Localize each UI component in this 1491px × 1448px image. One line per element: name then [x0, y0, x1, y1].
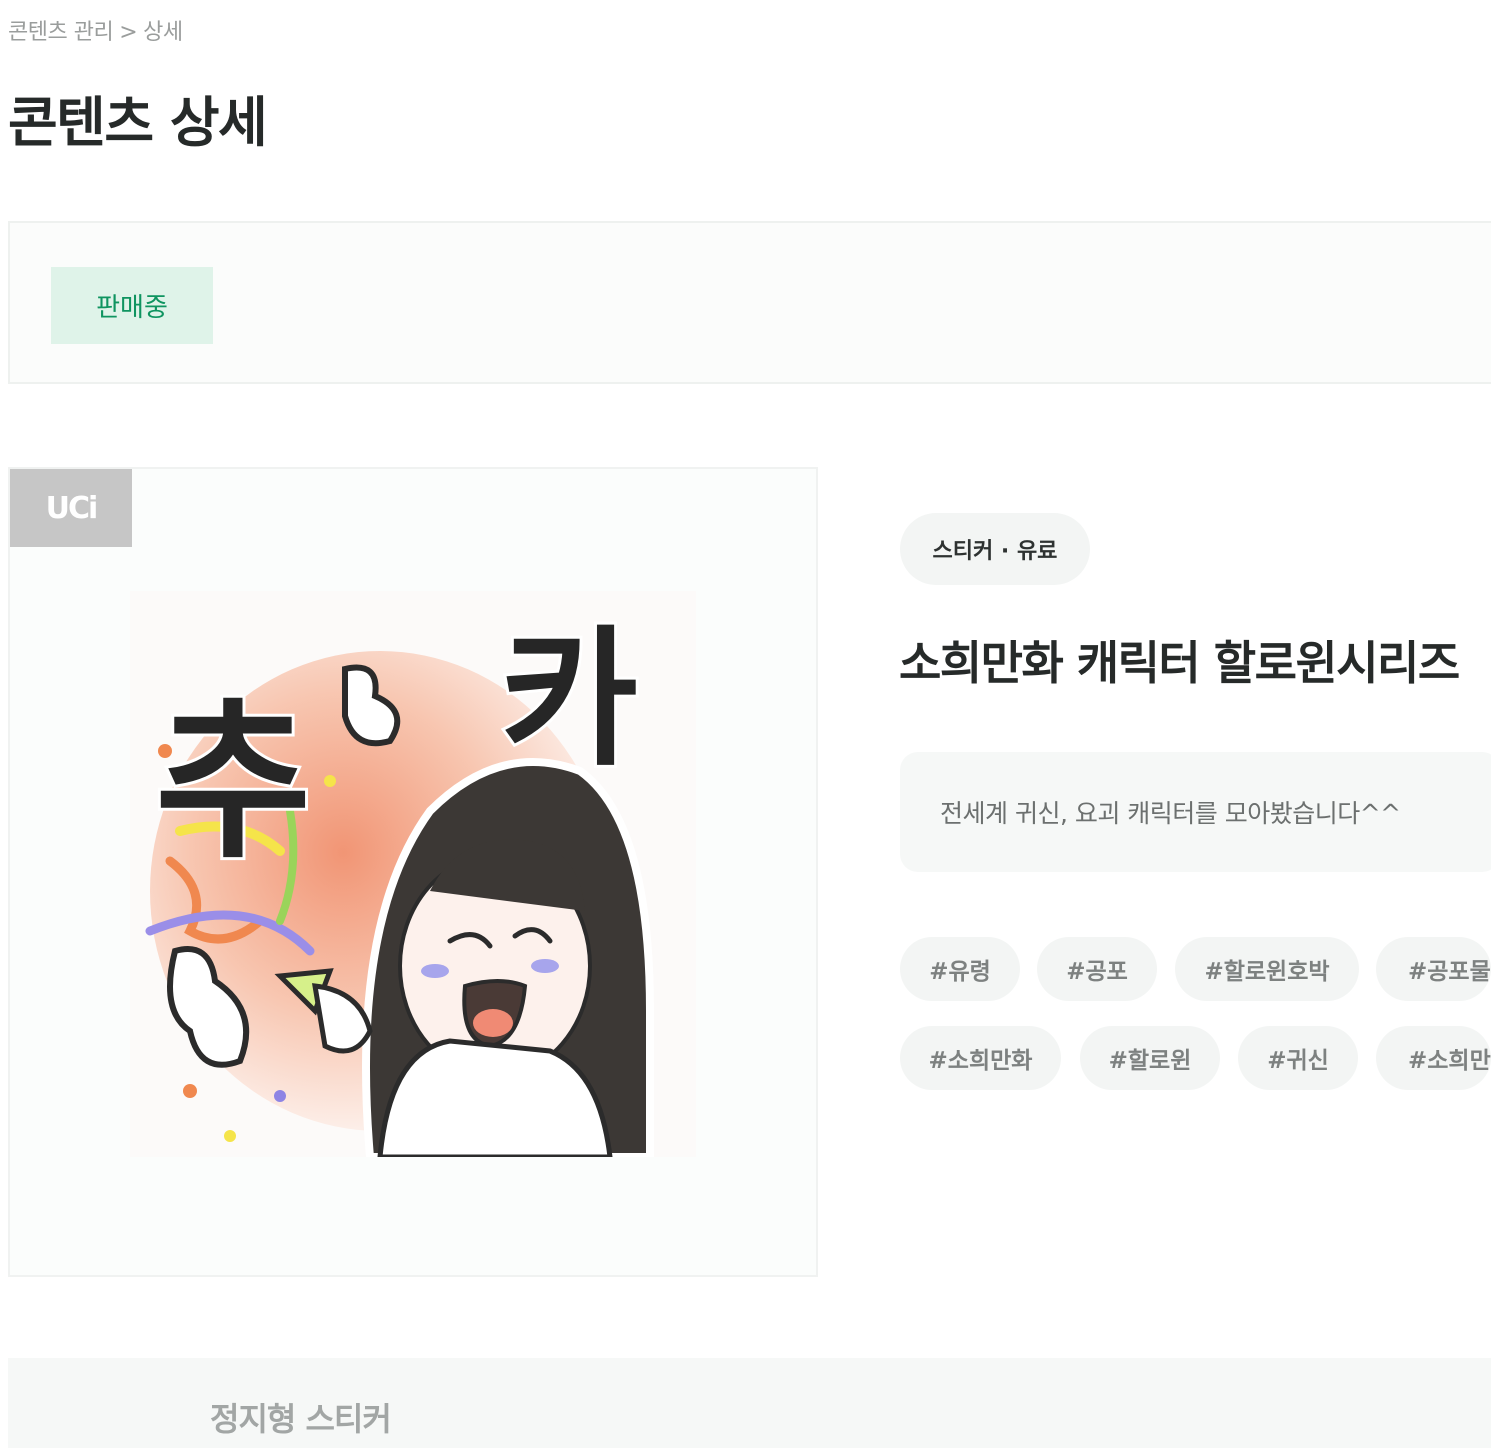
sticker-preview-panel: UCi 추 카 [8, 467, 818, 1277]
tag-chip[interactable]: #할로윈 [1080, 1026, 1220, 1090]
sticker-image: 추 카 [130, 591, 696, 1157]
tag-chip[interactable]: #소희만화 [1376, 1026, 1491, 1090]
tag-chip[interactable]: #소희만화 [900, 1026, 1061, 1090]
page-title: 콘텐츠 상세 [8, 91, 268, 154]
section-title: 정지형 스티커 [210, 1400, 392, 1438]
status-panel: 판매중 [8, 221, 1491, 384]
breadcrumb: 콘텐츠 관리 > 상세 [8, 14, 183, 46]
tag-chip[interactable]: #할로윈호박 [1175, 937, 1359, 1001]
tag-chip[interactable]: #귀신 [1238, 1026, 1358, 1090]
breadcrumb-parent-link[interactable]: 콘텐츠 관리 [8, 20, 114, 45]
tag-chip[interactable]: #유령 [900, 937, 1020, 1001]
uci-badge: UCi [10, 469, 132, 547]
breadcrumb-current: 상세 [143, 20, 183, 45]
content-type-chip: 스티커 · 유료 [900, 513, 1090, 585]
tag-chip[interactable]: #공포물 [1376, 937, 1491, 1001]
sticker-text-1: 추 [155, 684, 311, 882]
breadcrumb-separator: > [119, 20, 138, 45]
status-badge: 판매중 [51, 267, 213, 344]
content-title: 소희만화 캐릭터 할로윈시리즈 [899, 636, 1460, 690]
content-description: 전세계 귀신, 요괴 캐릭터를 모아봤습니다^^ [900, 752, 1491, 872]
sticker-text-2: 카 [500, 613, 638, 787]
sticker-type-section: 정지형 스티커 [8, 1358, 1491, 1448]
tag-chip[interactable]: #공포 [1037, 937, 1157, 1001]
